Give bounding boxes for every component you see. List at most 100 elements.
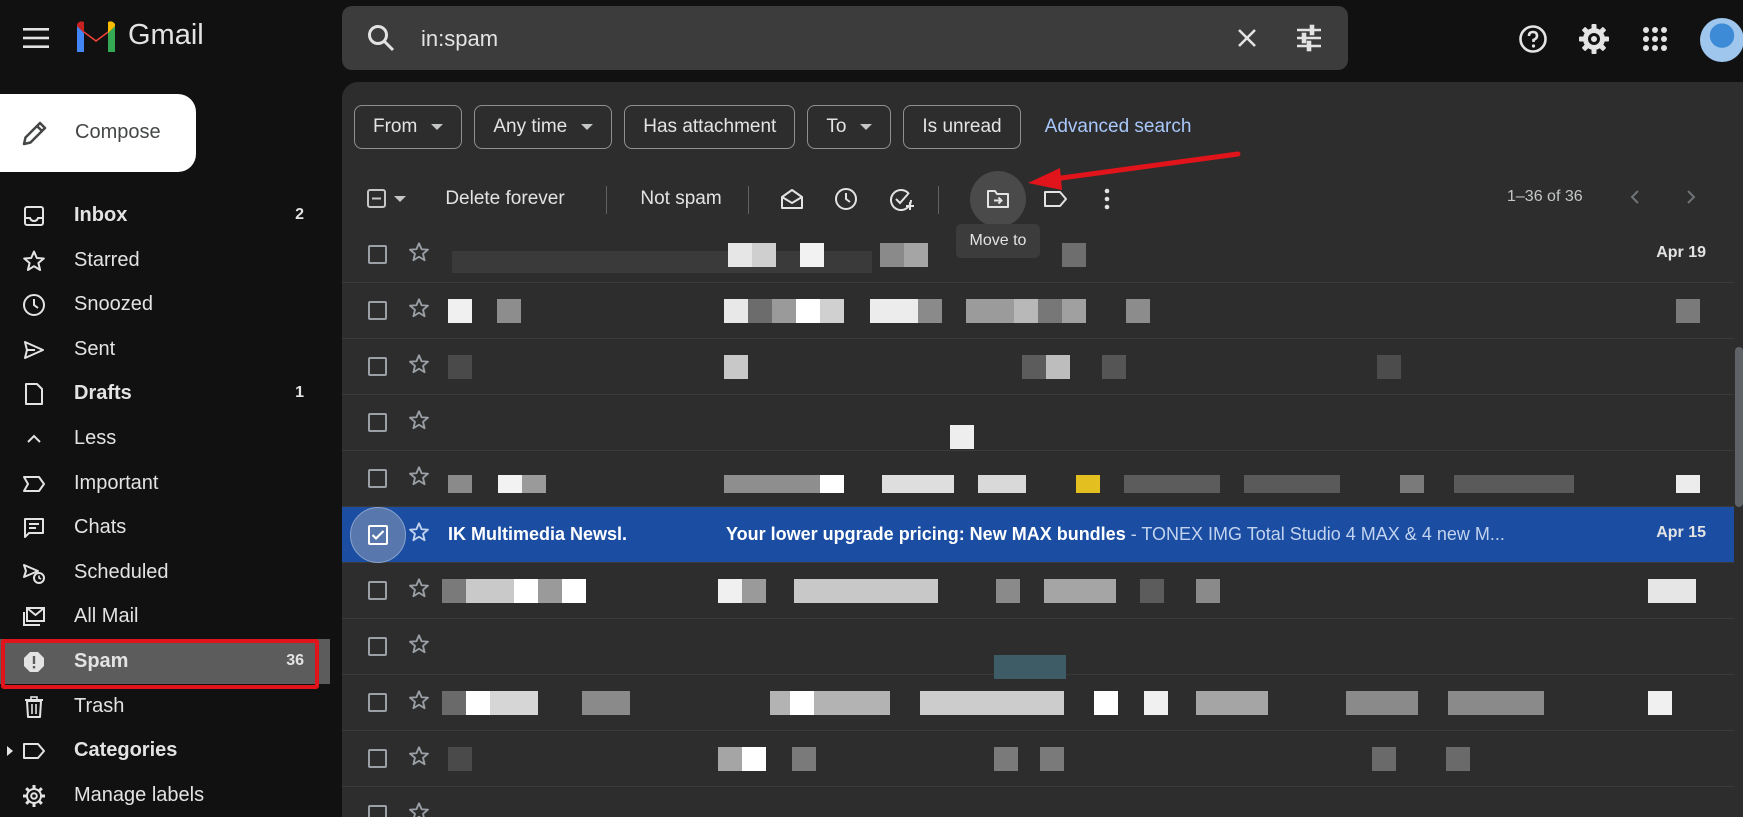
row-checkbox[interactable] <box>368 693 387 712</box>
chip-label: Is unread <box>922 116 1002 137</box>
star-icon[interactable] <box>408 689 430 716</box>
blurred-content <box>1346 691 1418 715</box>
email-row[interactable] <box>342 619 1734 679</box>
sidebar-item-manage-labels[interactable]: Manage labels <box>0 773 330 817</box>
draft-count: 1 <box>295 384 304 402</box>
blurred-content <box>1102 355 1126 379</box>
row-checkbox[interactable] <box>368 805 387 817</box>
search-bar[interactable]: in:spam <box>342 6 1348 70</box>
select-all-checkbox[interactable] <box>364 174 414 224</box>
chip-to[interactable]: To <box>807 105 892 149</box>
sidebar-item-sent[interactable]: Sent <box>0 327 330 372</box>
email-row[interactable] <box>342 731 1734 787</box>
chip-label: From <box>373 116 418 137</box>
toolbar-divider <box>938 186 939 214</box>
sidebar-item-less[interactable]: Less <box>0 416 330 461</box>
sidebar-item-important[interactable]: Important <box>0 461 330 506</box>
email-sender: IK Multimedia Newsl. <box>448 524 628 544</box>
chevron-left-icon[interactable] <box>1627 186 1643 213</box>
sidebar-item-snoozed[interactable]: Snoozed <box>0 282 330 327</box>
star-icon[interactable] <box>408 409 430 436</box>
email-row-selected[interactable]: IK Multimedia Newsl. Your lower upgrade … <box>342 507 1734 563</box>
settings-gear-icon[interactable] <box>1575 20 1613 58</box>
row-checkbox[interactable] <box>368 413 387 432</box>
sidebar-item-categories[interactable]: Categories <box>0 728 330 773</box>
blurred-content <box>1676 299 1700 323</box>
scrollbar-thumb[interactable] <box>1735 347 1743 507</box>
star-icon[interactable] <box>408 633 430 660</box>
blurred-content <box>820 299 844 323</box>
clear-search-icon[interactable] <box>1232 23 1262 58</box>
star-icon[interactable] <box>408 801 430 817</box>
blurred-content <box>1400 475 1424 493</box>
row-checkbox[interactable] <box>368 581 387 600</box>
important-icon <box>22 472 46 496</box>
email-row[interactable] <box>342 787 1734 817</box>
sidebar-item-chats[interactable]: Chats <box>0 505 330 550</box>
row-checkbox[interactable] <box>368 301 387 320</box>
star-icon[interactable] <box>408 241 430 268</box>
sidebar-item-label: Scheduled <box>74 560 169 583</box>
search-options-icon[interactable] <box>1294 23 1324 58</box>
sidebar-item-label: Inbox <box>74 204 128 226</box>
row-checkbox[interactable] <box>368 469 387 488</box>
email-row[interactable] <box>342 395 1734 451</box>
row-checkbox[interactable] <box>368 749 387 768</box>
sidebar-item-label: All Mail <box>74 605 139 628</box>
sidebar-item-scheduled[interactable]: Scheduled <box>0 550 330 595</box>
snooze-icon[interactable] <box>826 174 866 224</box>
blurred-content <box>724 475 820 493</box>
main-menu-icon[interactable] <box>16 18 56 58</box>
star-icon[interactable] <box>408 745 430 772</box>
star-icon[interactable] <box>408 353 430 380</box>
sidebar-item-label: Important <box>74 471 159 494</box>
row-checkbox[interactable] <box>368 637 387 656</box>
sidebar-item-label: Starred <box>74 248 140 271</box>
chip-has-attachment[interactable]: Has attachment <box>624 105 796 149</box>
sidebar-item-all-mail[interactable]: All Mail <box>0 594 330 639</box>
row-checkbox[interactable] <box>368 357 387 376</box>
sidebar-item-drafts[interactable]: Drafts 1 <box>0 371 330 416</box>
sidebar-item-label: Manage labels <box>74 783 205 806</box>
email-row[interactable] <box>342 675 1734 731</box>
draft-icon <box>22 382 46 406</box>
account-avatar[interactable] <box>1700 18 1743 62</box>
compose-button[interactable]: Compose <box>0 94 196 172</box>
delete-forever-button[interactable]: Delete forever <box>430 174 580 224</box>
apps-grid-icon[interactable] <box>1636 20 1674 58</box>
blurred-content <box>978 475 1026 493</box>
not-spam-button[interactable]: Not spam <box>624 174 738 224</box>
blurred-content <box>1062 299 1086 323</box>
sidebar-item-inbox[interactable]: Inbox 2 <box>0 193 330 238</box>
search-icon[interactable] <box>366 23 396 58</box>
chip-from[interactable]: From <box>354 105 463 149</box>
add-to-tasks-icon[interactable] <box>882 174 922 224</box>
sidebar-item-label: Snoozed <box>74 293 153 316</box>
email-row[interactable] <box>342 451 1734 507</box>
sidebar-item-spam[interactable]: Spam 36 <box>0 638 330 684</box>
blurred-content <box>1244 475 1340 493</box>
row-checkbox-checked[interactable] <box>368 525 388 545</box>
sidebar-item-trash[interactable]: Trash <box>0 684 330 729</box>
star-icon[interactable] <box>408 521 430 548</box>
blurred-content <box>996 579 1020 603</box>
email-row[interactable] <box>342 563 1734 619</box>
mark-as-read-icon[interactable] <box>772 174 812 224</box>
sidebar-item-label: Chats <box>74 516 127 539</box>
gmail-logo[interactable]: Gmail <box>74 18 204 52</box>
email-row[interactable] <box>342 283 1734 339</box>
chip-any-time[interactable]: Any time <box>474 105 613 149</box>
star-icon[interactable] <box>408 577 430 604</box>
search-input[interactable]: in:spam <box>421 26 498 52</box>
chevron-right-icon[interactable] <box>1683 186 1699 213</box>
email-row[interactable] <box>342 339 1734 395</box>
star-icon[interactable] <box>408 465 430 492</box>
sidebar-item-starred[interactable]: Starred <box>0 238 330 283</box>
row-checkbox[interactable] <box>368 245 387 264</box>
advanced-search-link[interactable]: Advanced search <box>1045 116 1192 138</box>
star-icon[interactable] <box>408 297 430 324</box>
caret-right-icon[interactable] <box>6 744 14 762</box>
blurred-content <box>1038 299 1062 323</box>
chip-is-unread[interactable]: Is unread <box>903 105 1021 149</box>
help-icon[interactable] <box>1514 20 1552 58</box>
